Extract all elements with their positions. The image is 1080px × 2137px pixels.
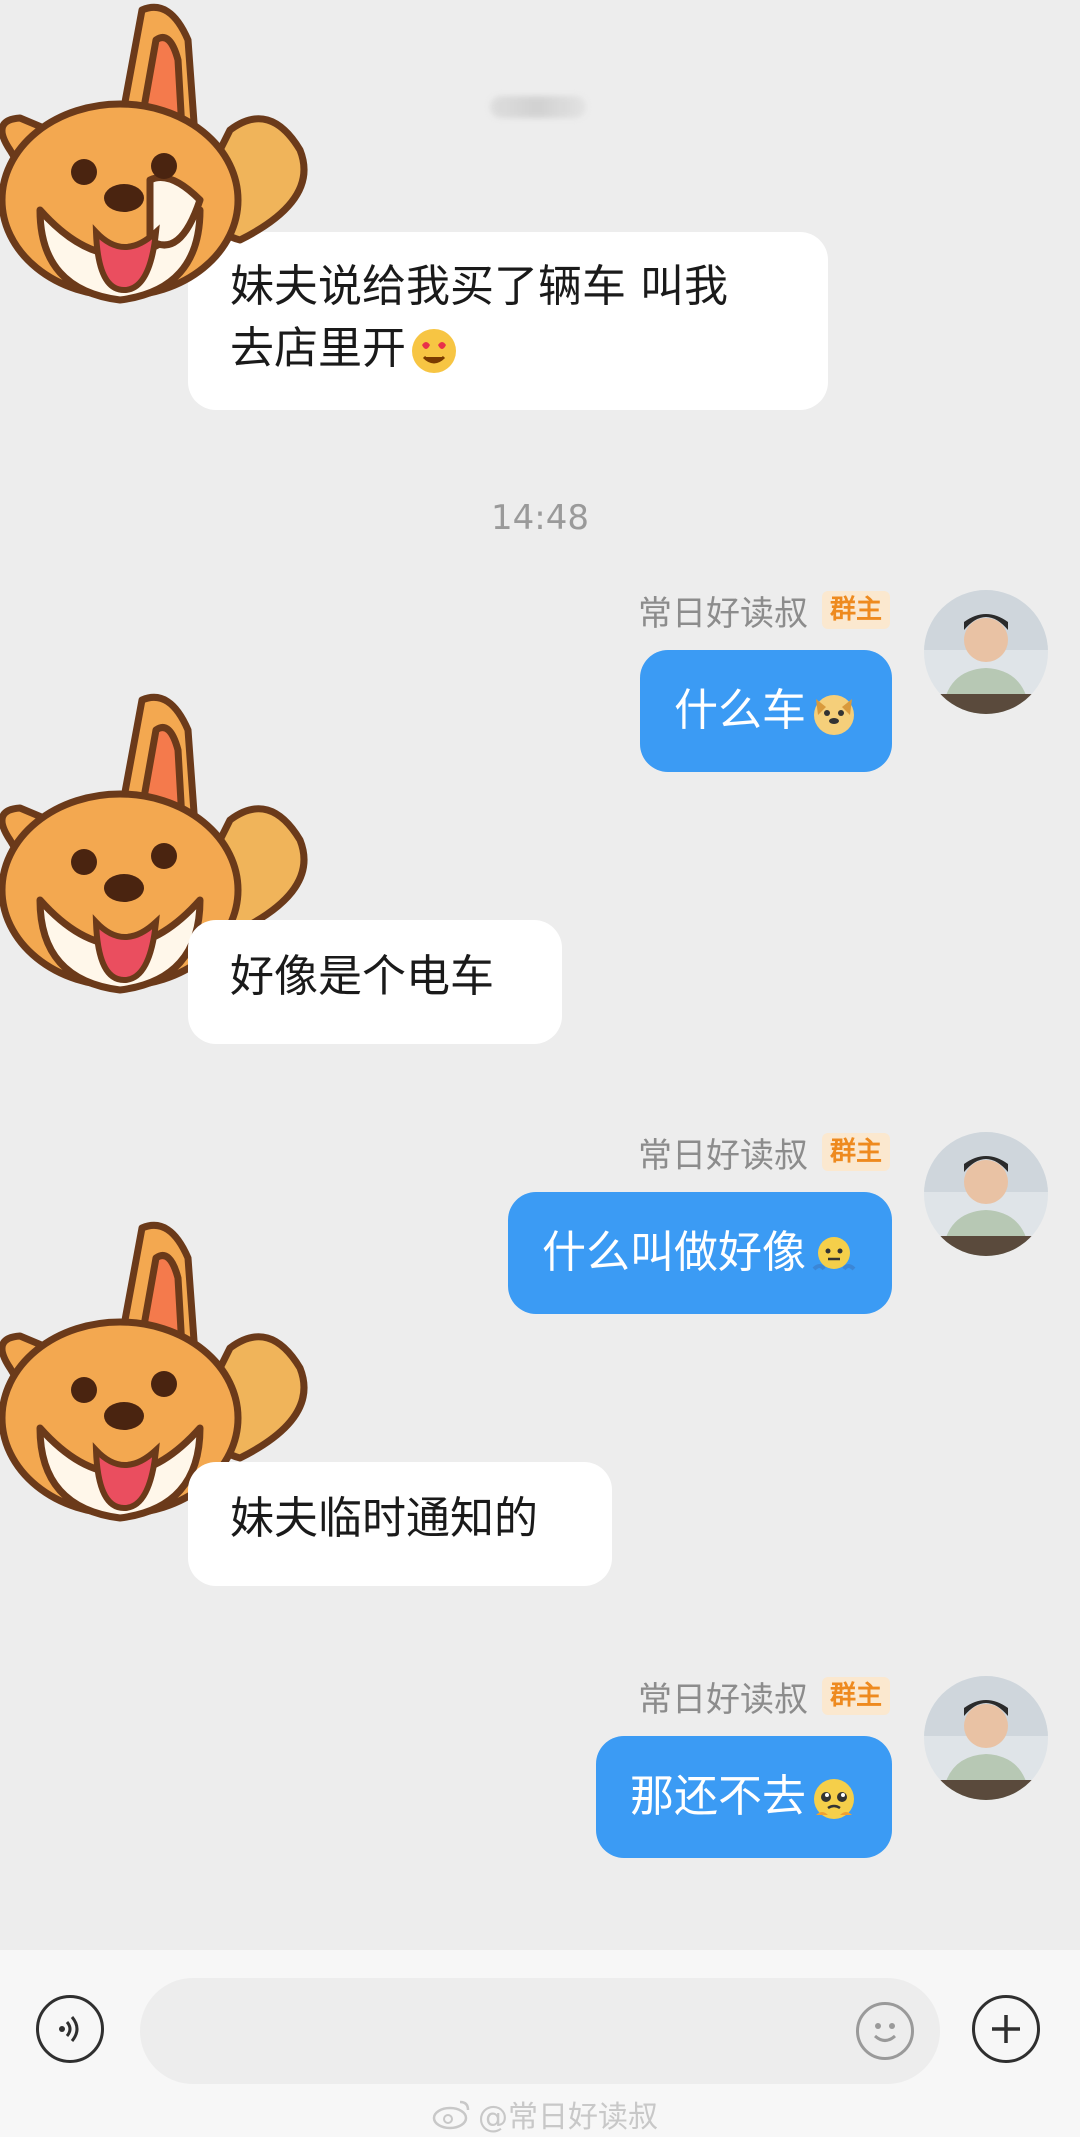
pleading-emoji-icon [814, 1779, 854, 1819]
message-text: 好像是个电车 [230, 951, 494, 1002]
person-avatar-icon [924, 1676, 1048, 1800]
sender-avatar[interactable] [924, 1676, 1048, 1800]
sender-name: 常日好读叔 [637, 1135, 808, 1176]
message-text: 那还不去 [630, 1771, 806, 1822]
sender-avatar[interactable] [924, 1132, 1048, 1256]
smiley-icon [873, 2023, 897, 2042]
sender-info: 常日好读叔 群主 [638, 1128, 890, 1176]
sender-avatar[interactable] [924, 590, 1048, 714]
group-owner-badge: 群主 [821, 1133, 890, 1171]
group-owner-badge: 群主 [821, 1677, 890, 1715]
person-avatar-icon [924, 1132, 1048, 1256]
shrug-emoji-icon [812, 1237, 856, 1271]
sender-info: 常日好读叔 群主 [638, 586, 890, 634]
corgi-sticker-avatar[interactable] [0, 0, 340, 340]
message-text: 妹夫临时通知的 [230, 1493, 538, 1544]
outgoing-message-bubble[interactable]: 什么叫做好像 [508, 1192, 892, 1314]
blurred-contact-name [490, 96, 586, 118]
heart-eyes-emoji-icon [412, 329, 456, 373]
emoji-button[interactable] [856, 2002, 914, 2060]
sender-name: 常日好读叔 [637, 1679, 808, 1720]
weibo-logo-icon [432, 2100, 470, 2130]
watermark-text: @常日好读叔 [478, 2100, 658, 2135]
incoming-message-bubble[interactable]: 好像是个电车 [188, 920, 562, 1044]
voice-input-button[interactable] [36, 1995, 104, 2063]
outgoing-message-bubble[interactable]: 那还不去 [596, 1736, 892, 1858]
message-timestamp: 14:48 [491, 498, 589, 538]
more-options-button[interactable] [972, 1995, 1040, 2063]
weibo-watermark: @常日好读叔 [432, 2092, 658, 2136]
plus-icon [992, 2015, 1020, 2043]
voice-icon [59, 2016, 79, 2042]
message-text: 什么叫做好像 [542, 1227, 806, 1278]
dog-face-emoji-icon [814, 695, 854, 735]
group-owner-badge: 群主 [821, 591, 890, 629]
sender-info: 常日好读叔 群主 [638, 1672, 890, 1720]
incoming-message-bubble[interactable]: 妹夫临时通知的 [188, 1462, 612, 1586]
person-avatar-icon [924, 590, 1048, 714]
message-input[interactable] [140, 1978, 940, 2084]
message-text: 什么车 [674, 685, 806, 736]
outgoing-message-bubble[interactable]: 什么车 [640, 650, 892, 772]
sender-name: 常日好读叔 [637, 593, 808, 634]
